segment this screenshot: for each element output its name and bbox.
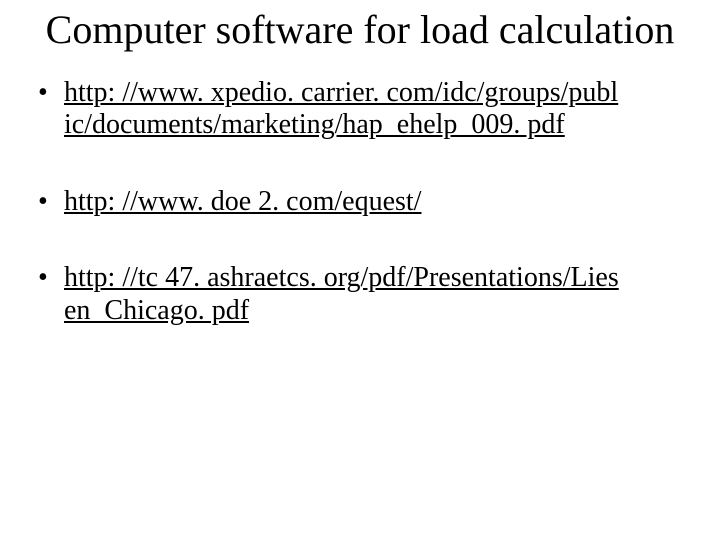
list-item: http: //www. doe 2. com/equest/ <box>34 186 686 218</box>
list-item: http: //www. xpedio. carrier. com/idc/gr… <box>34 77 686 142</box>
link-text[interactable]: http: //www. doe 2. com/equest/ <box>64 186 421 217</box>
slide-title: Computer software for load calculation <box>34 8 686 53</box>
slide: Computer software for load calculation h… <box>0 0 720 540</box>
link-text[interactable]: http: //tc 47. ashraetcs. org/pdf/Presen… <box>64 262 619 325</box>
link-text[interactable]: http: //www. xpedio. carrier. com/idc/gr… <box>64 77 618 140</box>
list-item: http: //tc 47. ashraetcs. org/pdf/Presen… <box>34 262 686 327</box>
link-list: http: //www. xpedio. carrier. com/idc/gr… <box>34 77 686 327</box>
